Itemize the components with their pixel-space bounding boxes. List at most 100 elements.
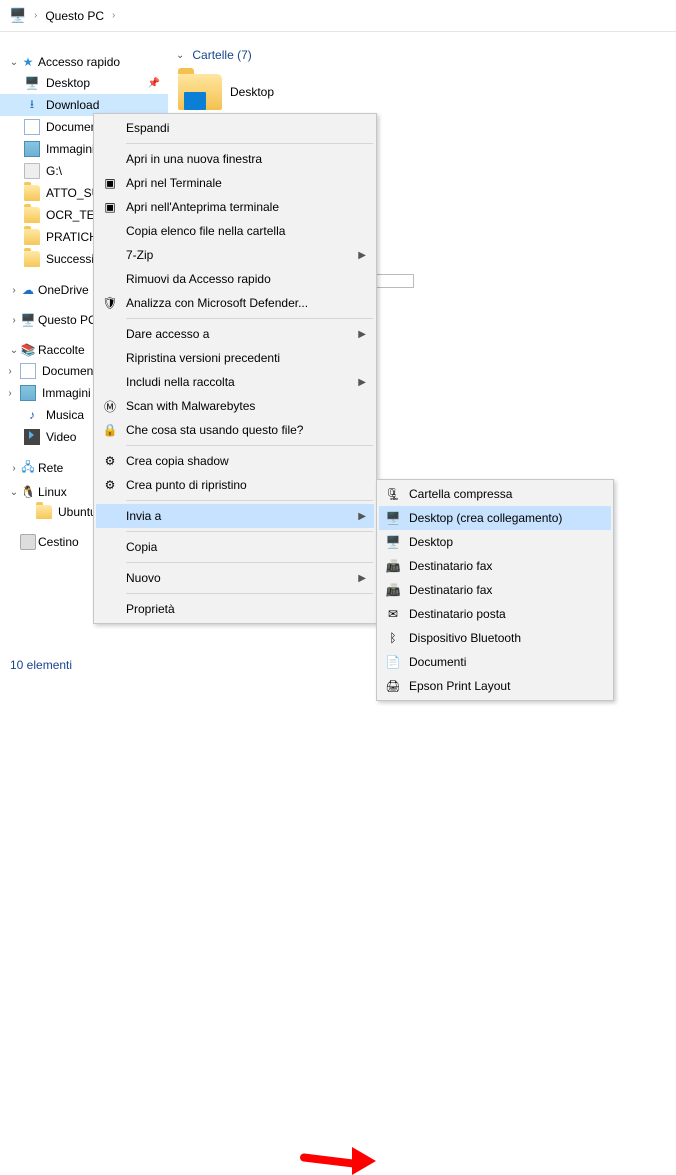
menu-item[interactable]: Ripristina versioni precedenti (96, 346, 374, 370)
shield-icon: 🛡 (102, 295, 118, 311)
menu-item-label: Crea copia shadow (126, 454, 229, 468)
pin-icon: 📌 (148, 78, 164, 89)
submenu-item-label: Epson Print Layout (409, 679, 510, 693)
submenu-item[interactable]: ᛒDispositivo Bluetooth (379, 626, 611, 650)
context-menu: EspandiApri in una nuova finestra▣Apri n… (93, 113, 377, 624)
folders-category[interactable]: ⌄ Cartelle (7) (176, 48, 668, 62)
folder-icon (24, 207, 40, 223)
chevron-right-icon: ▶ (358, 573, 366, 584)
trash-icon (20, 534, 36, 550)
menu-item-label: Rimuovi da Accesso rapido (126, 272, 271, 286)
document-icon (20, 363, 36, 379)
image-icon (24, 141, 40, 157)
status-bar: 10 elementi (0, 649, 676, 681)
gear-icon: ⚙ (102, 477, 118, 493)
pc-icon: 🖥️ (20, 312, 36, 328)
sidebar-item-label: Immagini (42, 386, 91, 400)
menu-item-label: Espandi (126, 121, 169, 135)
mail-icon: ✉ (385, 606, 401, 622)
menu-item[interactable]: ⚙ Crea punto di ripristino (96, 473, 374, 497)
folder-icon (24, 229, 40, 245)
menu-item-label: Copia elenco file nella cartella (126, 224, 285, 238)
chevron-down-icon: ⌄ (176, 50, 184, 61)
menu-item[interactable]: Dare accesso a▶ (96, 322, 374, 346)
submenu-item[interactable]: 🖥️ Desktop (crea collegamento) (379, 506, 611, 530)
sidebar-item-label: Video (46, 430, 76, 444)
drive-icon (24, 163, 40, 179)
sidebar-item-label: Download (46, 98, 99, 112)
music-icon: ♪ (24, 407, 40, 423)
menu-item[interactable]: Copia elenco file nella cartella (96, 219, 374, 243)
chevron-right-icon[interactable]: › (112, 10, 115, 21)
cloud-icon: ☁ (20, 282, 36, 298)
menu-item[interactable]: ▣Apri nell'Anteprima terminale (96, 195, 374, 219)
menu-item-label: Crea punto di ripristino (126, 478, 247, 492)
submenu-item[interactable]: 📠Destinatario fax (379, 578, 611, 602)
desk-icon: 🖥️ (385, 534, 401, 550)
sidebar-item-label: G:\ (46, 164, 62, 178)
menu-item[interactable]: ▣Apri nel Terminale (96, 171, 374, 195)
menu-item[interactable]: ⚙ Crea copia shadow (96, 449, 374, 473)
network-icon: 🖧 (20, 460, 36, 476)
status-count: 10 elementi (10, 658, 72, 672)
sidebar-quick-access[interactable]: ⌄★ Accesso rapido (0, 52, 168, 72)
terminal-icon: ▣ (102, 199, 118, 215)
submenu-item[interactable]: ✉ Destinatario posta (379, 602, 611, 626)
zip-icon: 🗜 (385, 486, 401, 502)
sidebar-label: Linux (38, 485, 67, 499)
lock-icon: 🔒 (102, 422, 118, 438)
submenu-item-label: Desktop (crea collegamento) (409, 511, 562, 525)
menu-item[interactable]: Copia (96, 535, 374, 559)
menu-item[interactable]: Invia a ▶ (96, 504, 374, 528)
menu-item-label: Includi nella raccolta (126, 375, 235, 389)
submenu-item-label: Destinatario posta (409, 607, 506, 621)
this-pc-icon: 🖥️ (8, 6, 28, 26)
menu-item-label: Che cosa sta usando questo file? (126, 423, 303, 437)
menu-item-label: Invia a (126, 509, 161, 523)
sidebar-item-label: Documenti (42, 364, 99, 378)
bt-icon: ᛒ (385, 630, 401, 646)
sidebar-item-label: Immagini (46, 142, 95, 156)
menu-item-label: Proprietà (126, 602, 175, 616)
menu-item[interactable]: Proprietà (96, 597, 374, 621)
folder-icon (24, 251, 40, 267)
document-icon (24, 119, 40, 135)
breadcrumb-this-pc[interactable]: Questo PC (39, 5, 110, 27)
sidebar-item-label: Musica (46, 408, 84, 422)
chevron-right-icon: ▶ (358, 511, 366, 522)
sidebar-item-desktop[interactable]: 🖥️ Desktop 📌 (0, 72, 168, 94)
sidebar-label: Raccolte (38, 343, 85, 357)
folder-icon (24, 185, 40, 201)
menu-item[interactable]: Nuovo ▶ (96, 566, 374, 590)
fax-icon: 📠 (385, 582, 401, 598)
submenu-item-label: Desktop (409, 535, 453, 549)
menu-item[interactable]: 7-Zip▶ (96, 243, 374, 267)
sidebar-label: OneDrive (38, 283, 89, 297)
menu-item-label: Apri in una nuova finestra (126, 152, 262, 166)
menu-item[interactable]: Espandi (96, 116, 374, 140)
fax-icon: 📠 (385, 558, 401, 574)
desk-icon: 🖥️ (385, 510, 401, 526)
menu-item-label: Nuovo (126, 571, 161, 585)
video-icon (24, 429, 40, 445)
submenu-item[interactable]: 🖥️ Desktop (379, 530, 611, 554)
sidebar-item-label: Desktop (46, 76, 90, 90)
sidebar-label: Cestino (38, 535, 79, 549)
menu-item-label: Apri nel Terminale (126, 176, 222, 190)
gear-icon: ⚙ (102, 453, 118, 469)
folder-tile-desktop[interactable]: Desktop (176, 70, 416, 114)
menu-item[interactable]: Rimuovi da Accesso rapido (96, 267, 374, 291)
chevron-right-icon: ▶ (358, 377, 366, 388)
submenu-item[interactable]: 🗜Cartella compressa (379, 482, 611, 506)
submenu-item[interactable]: 📠 Destinatario fax (379, 554, 611, 578)
chevron-right-icon[interactable]: › (34, 10, 37, 21)
menu-item[interactable]: ⓂScan with Malwarebytes (96, 394, 374, 418)
menu-item[interactable]: Includi nella raccolta ▶ (96, 370, 374, 394)
submenu-item-label: Destinatario fax (409, 559, 492, 573)
menu-item[interactable]: 🛡Analizza con Microsoft Defender... (96, 291, 374, 315)
sidebar-label: Accesso rapido (38, 55, 120, 69)
menu-item[interactable]: Apri in una nuova finestra (96, 147, 374, 171)
category-label: Cartelle (7) (192, 48, 251, 62)
sidebar-label: Questo PC (38, 313, 97, 327)
menu-item[interactable]: 🔒 Che cosa sta usando questo file? (96, 418, 374, 442)
